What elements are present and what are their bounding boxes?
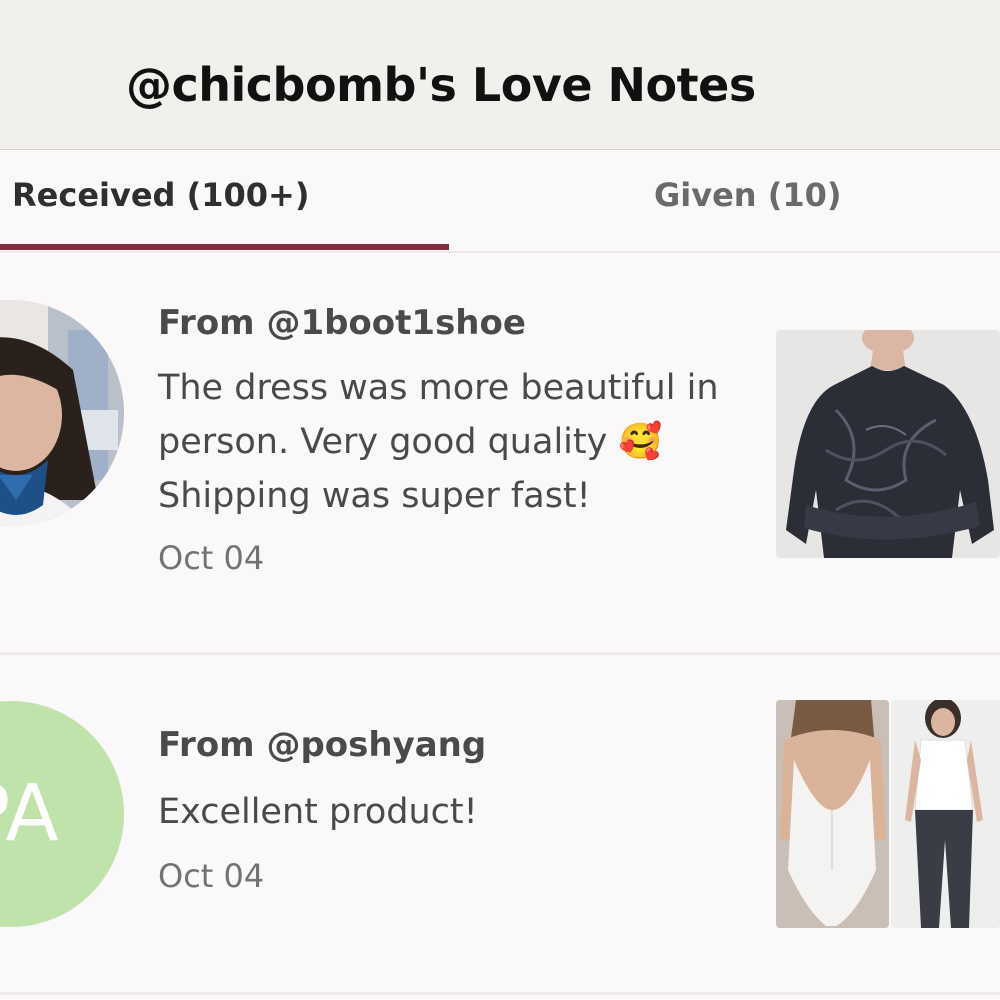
tab-given-label: Given (10) [654, 176, 842, 214]
avatar[interactable] [0, 300, 124, 526]
listing-thumbnail[interactable] [776, 330, 1000, 558]
love-note-item: PA From @poshyang Excellent product! Oct… [0, 655, 1000, 995]
love-notes-screen: @chicbomb's Love Notes Received (100+) G… [0, 0, 1000, 1000]
note-sender[interactable]: From @1boot1shoe [158, 303, 526, 343]
note-date: Oct 04 [158, 857, 265, 895]
bodysuit-photo-icon [776, 700, 889, 928]
tab-given[interactable]: Given (10) [449, 151, 1000, 251]
tab-bar: Received (100+) Given (10) [0, 151, 1000, 253]
note-date: Oct 04 [158, 539, 265, 577]
listing-thumbnail[interactable] [776, 700, 889, 928]
page-header: @chicbomb's Love Notes [0, 0, 1000, 150]
sequin-dress-photo-icon [776, 330, 1000, 558]
tab-received[interactable]: Received (100+) [0, 151, 449, 251]
active-tab-indicator [0, 244, 449, 250]
user-photo-icon [0, 300, 124, 526]
page-title: @chicbomb's Love Notes [126, 58, 756, 112]
note-message: The dress was more beautiful in person. … [158, 368, 719, 516]
tab-received-label: Received (100+) [12, 176, 310, 214]
avatar-initials: PA [0, 769, 59, 859]
note-sender[interactable]: From @poshyang [158, 725, 486, 765]
note-message: Excellent product! [158, 792, 478, 832]
love-note-item: From @1boot1shoe The dress was more beau… [0, 253, 1000, 655]
tank-jeans-photo-icon [891, 700, 1000, 928]
avatar[interactable]: PA [0, 701, 124, 927]
listing-thumbnail[interactable] [891, 700, 1000, 928]
